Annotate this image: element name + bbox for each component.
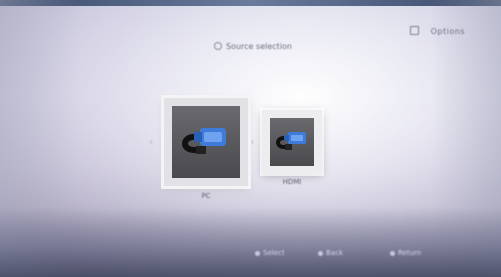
- options-label[interactable]: Options: [431, 27, 465, 36]
- button-dot-icon: [390, 250, 395, 256]
- back-button-label: Back: [326, 249, 343, 257]
- source-card-pc[interactable]: [164, 98, 248, 186]
- source-card-hdmi[interactable]: [262, 110, 322, 174]
- source-label-pc: PC: [201, 192, 211, 200]
- select-button[interactable]: Select: [255, 247, 285, 259]
- back-button[interactable]: Back: [318, 247, 343, 259]
- select-button-label: Select: [263, 249, 285, 257]
- button-dot-icon: [255, 250, 260, 256]
- left-arrow-icon[interactable]: ‹: [149, 135, 153, 148]
- page-title: Source selection: [226, 41, 292, 51]
- return-button[interactable]: Return: [390, 247, 421, 259]
- vga-cable-icon: [182, 128, 226, 154]
- bottom-band: [0, 207, 501, 277]
- source-label-hdmi: HDMI: [282, 178, 302, 186]
- button-dot-icon: [318, 250, 323, 256]
- tv-source-screen: Options Source selection ‹ › PC HDMI Sel…: [0, 0, 501, 277]
- right-arrow-icon[interactable]: ›: [250, 135, 254, 148]
- cable-icon: [276, 132, 306, 150]
- options-icon[interactable]: [410, 26, 419, 35]
- source-icon: [214, 42, 222, 50]
- title-bar: Source selection: [214, 40, 292, 52]
- return-button-label: Return: [398, 249, 422, 257]
